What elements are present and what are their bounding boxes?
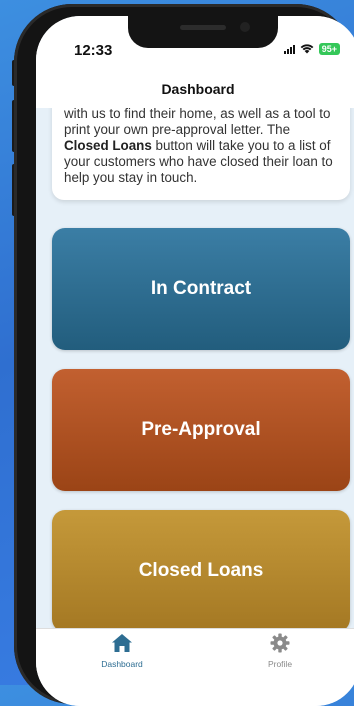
tab-bar: Dashboard Profile: [36, 628, 354, 706]
info-card: with us to find their home, as well as a…: [52, 108, 350, 200]
info-text-bold: Closed Loans: [64, 138, 152, 153]
phone-frame: 12:33 95+ Dashboard with us to find thei…: [14, 4, 354, 706]
dashboard-content[interactable]: with us to find their home, as well as a…: [36, 108, 354, 628]
page-title: Dashboard: [161, 81, 235, 97]
pre-approval-button[interactable]: Pre-Approval: [52, 369, 350, 491]
status-icons: 95+: [283, 43, 340, 55]
gear-icon: [220, 633, 340, 655]
battery-icon: 95+: [318, 43, 340, 55]
tab-profile-label: Profile: [267, 659, 293, 669]
notch: [128, 16, 278, 48]
tab-dashboard-label: Dashboard: [101, 659, 143, 669]
in-contract-button[interactable]: In Contract: [52, 228, 350, 350]
info-text: with us to find their home, as well as a…: [64, 108, 338, 186]
front-camera: [240, 22, 250, 32]
tab-dashboard[interactable]: Dashboard: [62, 633, 182, 669]
closed-loans-button[interactable]: Closed Loans: [52, 510, 350, 628]
closed-loans-label: Closed Loans: [138, 560, 264, 581]
nav-header: Dashboard: [36, 70, 354, 108]
status-time: 12:33: [74, 42, 113, 59]
phone-screen: 12:33 95+ Dashboard with us to find thei…: [36, 16, 354, 706]
pre-approval-label: Pre-Approval: [141, 419, 261, 440]
tab-profile[interactable]: Profile: [220, 633, 340, 669]
signal-icon: [283, 44, 295, 54]
speaker: [180, 25, 226, 30]
home-icon: [62, 633, 182, 655]
wifi-icon: [300, 43, 314, 55]
info-text-clipped-line: with us to find their home, as well as a: [64, 108, 291, 121]
in-contract-label: In Contract: [150, 278, 252, 299]
